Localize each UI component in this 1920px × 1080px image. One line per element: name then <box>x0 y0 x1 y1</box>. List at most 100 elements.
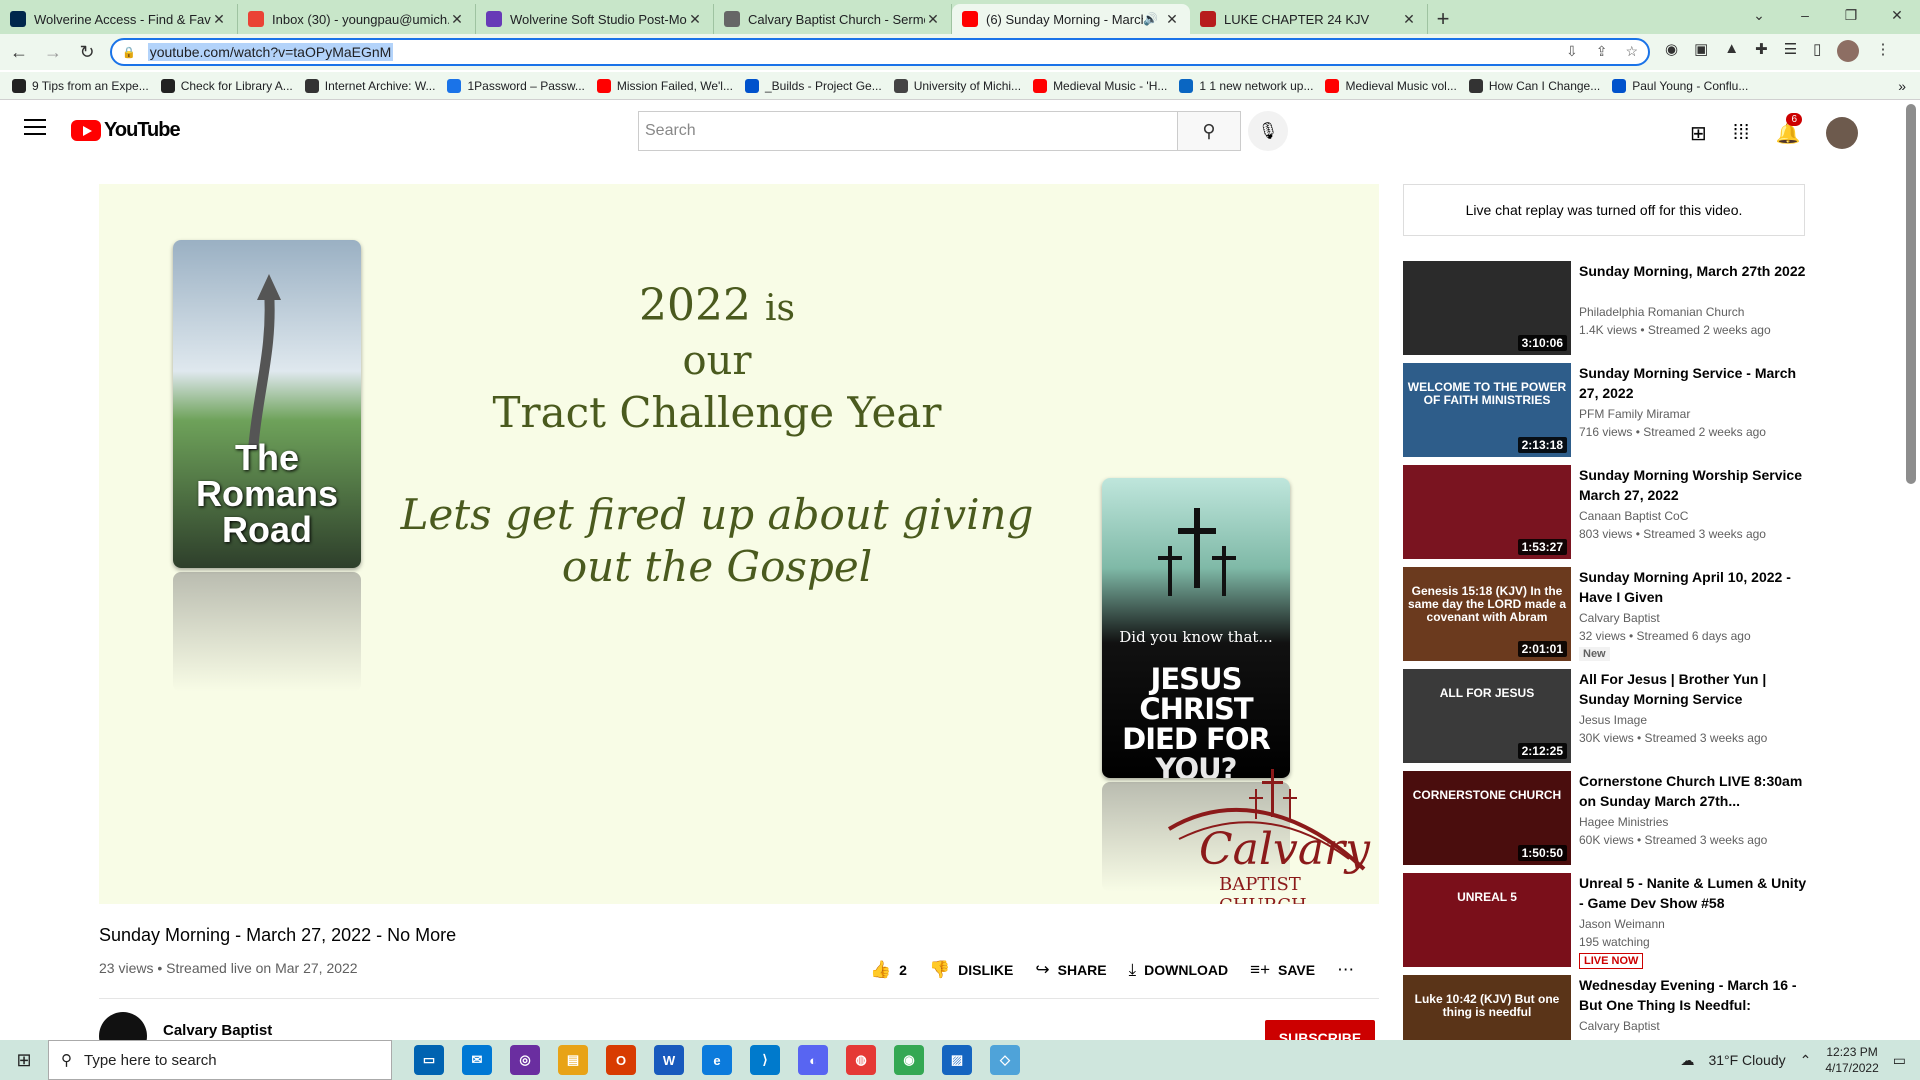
recommended-video[interactable]: CORNERSTONE CHURCH 1:50:50 Cornerstone Chu… <box>1403 771 1813 873</box>
install-icon[interactable]: ⇩ <box>1566 43 1578 60</box>
profile-avatar[interactable] <box>1837 40 1860 62</box>
bookmark-item[interactable]: Internet Archive: W... <box>304 78 435 93</box>
share-icon[interactable]: ⇪ <box>1596 43 1608 60</box>
browser-tab[interactable]: Inbox (30) - youngpau@umich.ed ✕ <box>238 4 476 34</box>
chevron-up-icon[interactable]: ⌃ <box>1800 1052 1812 1069</box>
side-panel-icon[interactable]: ▯ <box>1813 40 1821 62</box>
close-window-button[interactable]: ✕ <box>1874 0 1920 30</box>
edge-icon[interactable]: e <box>702 1045 732 1075</box>
bookmark-item[interactable]: Medieval Music vol... <box>1325 78 1457 93</box>
new-tab-button[interactable]: + <box>1428 4 1458 34</box>
bookmark-item[interactable]: Check for Library A... <box>160 78 293 93</box>
vscode-icon[interactable]: ⟩ <box>750 1045 780 1075</box>
clock[interactable]: 12:23 PM 4/17/2022 <box>1825 1044 1878 1076</box>
notification-center-icon[interactable]: ▭ <box>1893 1052 1906 1069</box>
video-thumbnail[interactable]: CORNERSTONE CHURCH 1:50:50 <box>1403 771 1571 865</box>
chrome-icon[interactable]: ◉ <box>894 1045 924 1075</box>
photos-icon[interactable]: ▨ <box>942 1045 972 1075</box>
extension-arrow-icon[interactable]: ▲ <box>1724 40 1739 62</box>
close-tab-icon[interactable]: ✕ <box>1401 11 1417 28</box>
extension-globe-icon[interactable]: ◉ <box>1665 40 1678 62</box>
forward-button[interactable]: → <box>38 37 68 67</box>
bookmark-item[interactable]: 9 Tips from an Expe... <box>12 78 149 93</box>
bookmark-item[interactable]: 1Password – Passw... <box>447 78 585 93</box>
weather-icon[interactable]: ☁ <box>1680 1052 1694 1069</box>
bookmark-item[interactable]: 1 1 new network up... <box>1179 78 1313 93</box>
maximize-button[interactable]: ❐ <box>1828 0 1874 30</box>
close-tab-icon[interactable]: ✕ <box>449 11 465 28</box>
video-thumbnail[interactable]: 1:53:27 <box>1403 465 1571 559</box>
weather-text[interactable]: 31°F Cloudy <box>1708 1052 1785 1068</box>
bookmark-item[interactable]: _Builds - Project Ge... <box>744 78 882 93</box>
bookmark-item[interactable]: University of Michi... <box>893 78 1021 93</box>
start-button[interactable]: ⊞ <box>0 1040 48 1080</box>
browser-tab[interactable]: Calvary Baptist Church - Sermons ✕ <box>714 4 952 34</box>
word-icon[interactable]: W <box>654 1045 684 1075</box>
tab-search-icon[interactable]: ⌄ <box>1736 0 1782 30</box>
apps-grid-icon[interactable]: ⁞⁞⁞ <box>1733 122 1750 145</box>
file-explorer-icon[interactable]: ▤ <box>558 1045 588 1075</box>
reload-button[interactable]: ↻ <box>72 37 102 67</box>
video-thumbnail[interactable]: 3:10:06 <box>1403 261 1571 355</box>
search-button[interactable]: ⚲ <box>1177 111 1241 151</box>
youtube-logo[interactable]: YouTube <box>71 119 181 142</box>
bookmarks-overflow-icon[interactable]: » <box>1898 78 1906 94</box>
recommended-video[interactable]: 1:53:27 Sunday Morning Worship Service Ma… <box>1403 465 1813 567</box>
browser-tab[interactable]: (6) Sunday Morning - March 🔊 ✕ <box>952 4 1190 34</box>
bookmark-item[interactable]: Paul Young - Conflu... <box>1612 78 1748 93</box>
channel-name[interactable]: Calvary Baptist <box>163 1022 272 1039</box>
lock-icon[interactable]: 🔒 <box>122 46 136 59</box>
share-button[interactable]: ↪ SHARE <box>1035 960 1106 980</box>
close-tab-icon[interactable]: ✕ <box>687 11 703 28</box>
close-tab-icon[interactable]: ✕ <box>211 11 227 28</box>
video-thumbnail[interactable]: ALL FOR JESUS 2:12:25 <box>1403 669 1571 763</box>
recommended-video[interactable]: WELCOME TO THE POWER OF FAITH MINISTRIES… <box>1403 363 1813 465</box>
chrome-menu-icon[interactable]: ⋮ <box>1875 40 1890 62</box>
dislike-button[interactable]: 👎 DISLIKE <box>929 960 1013 980</box>
bookmark-item[interactable]: Mission Failed, We'l... <box>596 78 733 93</box>
menu-icon[interactable] <box>24 119 46 135</box>
minimize-button[interactable]: – <box>1782 0 1828 30</box>
create-video-icon[interactable]: ⊞ <box>1690 121 1707 146</box>
video-thumbnail[interactable]: Genesis 15:18 (KJV) In the same day the … <box>1403 567 1571 661</box>
page-scrollbar[interactable] <box>1906 104 1916 484</box>
back-button[interactable]: ← <box>4 37 34 67</box>
notifications-icon[interactable]: 🔔 6 <box>1775 112 1802 146</box>
recommended-video[interactable]: UNREAL 5 Unreal 5 - Nanite & Lumen & Unit… <box>1403 873 1813 975</box>
close-tab-icon[interactable]: ✕ <box>1164 11 1180 28</box>
taskbar-search[interactable]: ⚲ Type here to search <box>48 1040 392 1080</box>
save-button[interactable]: ≡+ SAVE <box>1250 960 1315 980</box>
audio-playing-icon[interactable]: 🔊 <box>1143 12 1158 26</box>
user-avatar[interactable] <box>1826 117 1859 149</box>
recommended-video[interactable]: ALL FOR JESUS 2:12:25 All For Jesus | Brot… <box>1403 669 1813 771</box>
mail-icon[interactable]: ✉ <box>462 1045 492 1075</box>
app-blue-icon[interactable]: ◇ <box>990 1045 1020 1075</box>
video-thumbnail[interactable]: UNREAL 5 <box>1403 873 1571 967</box>
recommended-video[interactable]: 3:10:06 Sunday Morning, March 27th 2022 Ph… <box>1403 261 1813 363</box>
browser-tab[interactable]: Wolverine Access - Find & Favori ✕ <box>0 4 238 34</box>
app-red-icon[interactable]: ◍ <box>846 1045 876 1075</box>
bookmark-item[interactable]: Medieval Music - 'H... <box>1033 78 1167 93</box>
reading-list-icon[interactable]: ☰ <box>1784 40 1797 62</box>
discord-icon[interactable]: ◐ <box>798 1045 828 1075</box>
bookmark-star-icon[interactable]: ☆ <box>1625 43 1638 60</box>
search-input[interactable]: Search <box>638 111 1178 151</box>
recommended-video[interactable]: Genesis 15:18 (KJV) In the same day the … <box>1403 567 1813 669</box>
close-tab-icon[interactable]: ✕ <box>925 11 941 28</box>
podcast-app-icon[interactable]: ◎ <box>510 1045 540 1075</box>
url-text[interactable]: youtube.com/watch?v=taOPyMaEGnM <box>147 43 394 61</box>
bookmark-item[interactable]: How Can I Change... <box>1468 78 1600 93</box>
voice-search-button[interactable]: 🎙 <box>1248 111 1288 151</box>
extensions-puzzle-icon[interactable]: ✚ <box>1755 40 1768 62</box>
task-view-icon[interactable]: ▭ <box>414 1045 444 1075</box>
video-player[interactable]: The Romans Road 2022 is our Tract Challe… <box>99 184 1379 904</box>
browser-tab[interactable]: LUKE CHAPTER 24 KJV ✕ <box>1190 4 1428 34</box>
download-button[interactable]: ⤓ DOWNLOAD <box>1129 960 1229 980</box>
office-icon[interactable]: O <box>606 1045 636 1075</box>
more-actions-button[interactable]: ⋯ <box>1337 960 1354 980</box>
extension-video-icon[interactable]: ▣ <box>1694 40 1708 62</box>
address-bar[interactable]: 🔒 youtube.com/watch?v=taOPyMaEGnM ⇩ ⇪ ☆ <box>110 38 1650 66</box>
browser-tab[interactable]: Wolverine Soft Studio Post-Morte ✕ <box>476 4 714 34</box>
video-thumbnail[interactable]: WELCOME TO THE POWER OF FAITH MINISTRIES… <box>1403 363 1571 457</box>
like-button[interactable]: 👍 2 <box>870 960 907 980</box>
